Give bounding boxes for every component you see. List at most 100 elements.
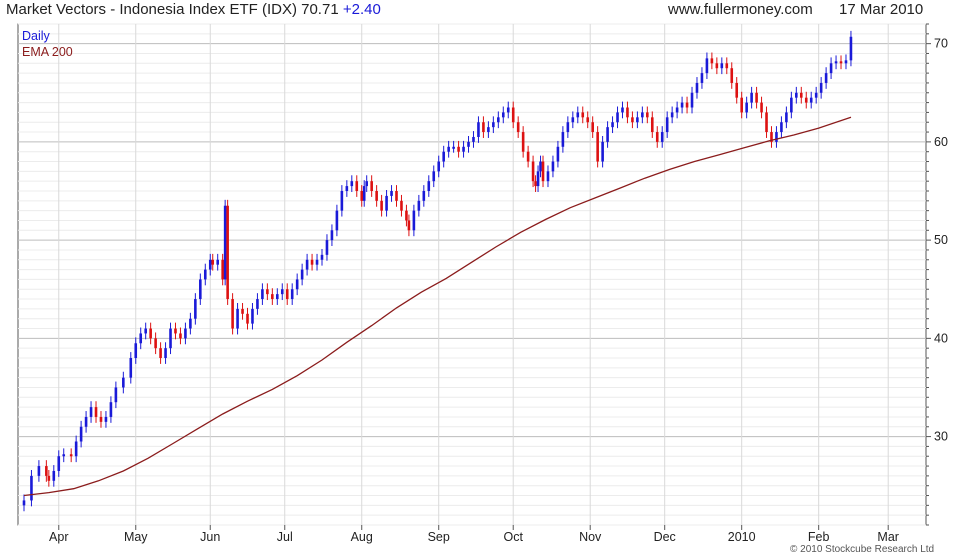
price-candle: [380, 200, 383, 211]
price-candle: [325, 240, 329, 255]
price-candle: [819, 82, 823, 93]
price-candle: [606, 127, 609, 142]
price-candle: [829, 63, 833, 74]
price-candle: [725, 63, 729, 69]
price-candle: [755, 92, 758, 103]
price-candle: [417, 200, 421, 211]
price-candle: [621, 107, 624, 113]
plot-frame: [17, 23, 927, 526]
price-candle: [516, 122, 520, 133]
price-candle: [208, 259, 212, 270]
price-candle: [114, 387, 118, 403]
price-candle: [84, 416, 88, 427]
x-tick-label: Apr: [49, 530, 68, 544]
price-candle: [216, 259, 219, 265]
price-candle: [407, 220, 411, 231]
price-candle: [715, 63, 719, 69]
price-candle: [330, 230, 334, 241]
price-candle: [799, 92, 803, 98]
price-candle: [280, 289, 284, 295]
price-candle: [365, 181, 368, 187]
price-candle: [685, 102, 689, 108]
price-candle: [660, 132, 664, 142]
price-candle: [395, 191, 398, 201]
price-candle: [370, 181, 373, 191]
price-candle: [790, 97, 793, 113]
price-candle: [290, 289, 294, 300]
price-candle: [295, 279, 299, 290]
price-candle: [636, 117, 639, 123]
price-candle: [541, 161, 545, 182]
price-candle: [650, 117, 654, 133]
price-candle: [536, 171, 540, 187]
price-candle: [226, 205, 229, 300]
price-candle: [432, 171, 436, 182]
legend-ema200: EMA 200: [22, 45, 73, 59]
price-candle: [335, 210, 339, 231]
price-candle: [139, 333, 143, 344]
price-candle: [159, 348, 162, 358]
price-candle: [655, 132, 659, 142]
price-candle: [276, 294, 279, 300]
price-candle: [305, 259, 309, 270]
price-candle: [37, 466, 41, 476]
price-candle: [412, 210, 416, 231]
price-candle: [447, 146, 450, 152]
price-candle: [144, 328, 147, 334]
price-candle: [765, 112, 768, 133]
price-candle: [670, 112, 674, 118]
price-candle: [526, 151, 530, 162]
price-candle: [467, 141, 470, 147]
price-candle: [596, 132, 599, 162]
price-candle: [350, 181, 354, 187]
price-candle: [462, 146, 465, 152]
price-candle: [310, 259, 314, 265]
price-candle: [521, 132, 525, 152]
price-candle: [179, 333, 182, 339]
y-tick-label: 60: [934, 135, 948, 149]
y-tick-label: 50: [934, 233, 948, 247]
price-candle: [720, 63, 724, 69]
copyright-notice: © 2010 Stockcube Research Ltd: [790, 544, 935, 555]
price-candle: [422, 191, 426, 201]
price-candle: [785, 112, 788, 123]
y-tick-label: 30: [934, 430, 948, 444]
price-candle: [47, 475, 51, 481]
price-candle: [665, 117, 669, 133]
price-candle: [804, 97, 808, 103]
price-candle: [795, 92, 798, 98]
price-candle: [241, 308, 244, 314]
price-candle: [405, 210, 408, 221]
price-candle: [511, 107, 515, 123]
price-candle: [129, 358, 133, 378]
price-candle: [680, 102, 684, 108]
price-candle: [834, 61, 838, 64]
price-candle: [89, 407, 93, 417]
x-tick-label: Nov: [579, 530, 602, 544]
price-candle: [154, 338, 157, 349]
price-candle: [641, 112, 644, 118]
price-candle: [109, 402, 113, 417]
x-tick-label: Dec: [654, 530, 676, 544]
price-candle: [340, 191, 344, 211]
x-tick-label: May: [124, 530, 148, 544]
price-candle: [164, 348, 167, 358]
price-candle: [690, 92, 694, 108]
price-candle: [695, 82, 699, 93]
price-candle: [675, 107, 679, 113]
price-candle: [457, 146, 460, 152]
price-candle: [355, 181, 359, 191]
price-candle: [256, 299, 259, 309]
price-candle: [539, 161, 542, 172]
price-candle: [775, 132, 778, 142]
price-candle: [546, 171, 550, 182]
price-candle: [375, 191, 378, 201]
x-axis: Apr May Jun Jul Aug Sep Oct Nov Dec 2010 Feb Mar: [49, 525, 899, 544]
price-candle: [174, 328, 177, 334]
price-candle: [534, 181, 537, 187]
y-axis: 30 40 50 60 70: [926, 23, 948, 526]
price-candle: [74, 441, 78, 457]
price-candle: [134, 343, 138, 358]
price-candle: [586, 117, 590, 123]
price-candle: [760, 102, 763, 113]
